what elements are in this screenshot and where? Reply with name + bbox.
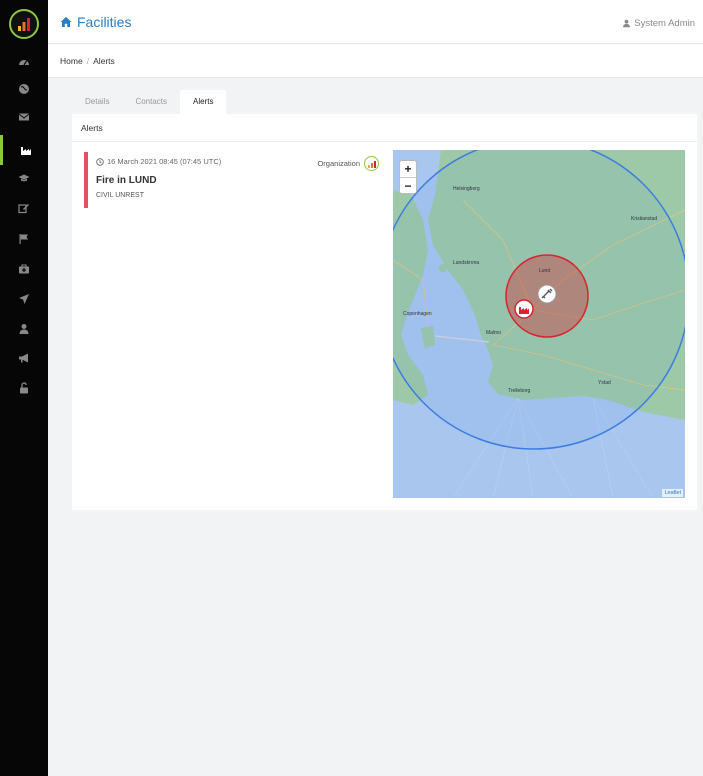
sidebar-item-announcements[interactable]: [0, 343, 48, 373]
edit-icon: [18, 204, 29, 214]
dashboard-icon: [19, 60, 29, 66]
plane-icon: [19, 294, 29, 304]
map-label-helsingborg: Helsingborg: [453, 186, 480, 192]
breadcrumb-current: Alerts: [93, 56, 115, 66]
unlock-icon: [20, 382, 28, 394]
page-title-text: Facilities: [77, 14, 132, 30]
graduation-cap-icon: [18, 174, 30, 182]
alert-timestamp: 16 March 2021 08:45 (07:45 UTC): [96, 157, 221, 166]
breadcrumb: Home / Alerts: [60, 56, 115, 66]
sidebar: [0, 0, 48, 776]
home-icon: [60, 17, 72, 27]
sidebar-item-flag[interactable]: [0, 224, 48, 254]
tab-bar: Details Contacts Alerts: [72, 90, 227, 114]
map-label-kristianstad: Kristianstad: [631, 216, 658, 222]
zoom-in-button[interactable]: +: [400, 161, 416, 177]
breadcrumb-home[interactable]: Home: [60, 56, 83, 66]
user-icon: [623, 19, 631, 28]
alert-category: CIVIL UNREST: [96, 192, 144, 199]
breadcrumb-separator: /: [86, 56, 90, 66]
alert-title: Fire in LUND: [96, 175, 157, 186]
industry-icon: [20, 147, 31, 155]
medkit-icon: [19, 264, 29, 274]
card-title: Alerts: [81, 123, 103, 133]
organization-logo: [364, 156, 379, 171]
alert-list-item[interactable]: 16 March 2021 08:45 (07:45 UTC) Fire in …: [84, 152, 379, 208]
map-label-malmo: Malmo: [486, 330, 502, 336]
map-zoom-control: + −: [399, 160, 417, 194]
map-label-lund: Lund: [539, 268, 551, 274]
zoom-out-button[interactable]: −: [400, 177, 416, 193]
alerts-card: Alerts 16 March 2021 08:45 (07:45 UTC) F…: [72, 114, 697, 510]
user-menu[interactable]: System Admin: [622, 18, 695, 29]
alert-map[interactable]: Helsingborg Landskrona Lund Copenhagen M…: [393, 150, 685, 498]
facility-marker-icon[interactable]: [514, 299, 534, 319]
user-name: System Admin: [634, 18, 695, 29]
alert-marker-icon[interactable]: [537, 284, 557, 304]
organization-badge: Organization: [317, 156, 379, 171]
tab-contacts[interactable]: Contacts: [122, 90, 180, 114]
map-label-copenhagen: Copenhagen: [403, 311, 432, 317]
card-header: Alerts: [72, 114, 697, 142]
sidebar-item-travel[interactable]: [0, 284, 48, 314]
sidebar-item-edit[interactable]: [0, 193, 48, 223]
flag-icon: [19, 234, 28, 244]
tab-alerts[interactable]: Alerts: [180, 90, 227, 114]
sidebar-item-messages[interactable]: [0, 102, 48, 132]
sidebar-item-globe[interactable]: [0, 74, 48, 104]
envelope-icon: [18, 113, 30, 121]
map-tiles: [393, 150, 685, 498]
sidebar-item-dashboard[interactable]: [0, 47, 48, 77]
bullhorn-icon: [19, 353, 28, 363]
sidebar-item-facilities[interactable]: [0, 135, 48, 165]
user-icon: [19, 324, 29, 334]
map-label-ystad: Ystad: [598, 380, 611, 386]
logo-bars-icon: [18, 18, 30, 31]
sidebar-item-training[interactable]: [0, 163, 48, 193]
map-label-trelleborg: Trelleborg: [508, 388, 531, 394]
map-label-landskrona: Landskrona: [453, 260, 480, 266]
sidebar-item-medical[interactable]: [0, 254, 48, 284]
alert-time-text: 16 March 2021 08:45 (07:45 UTC): [107, 157, 222, 166]
top-bar: Facilities System Admin: [48, 0, 703, 44]
sidebar-item-users[interactable]: [0, 314, 48, 344]
sidebar-item-unlock[interactable]: [0, 373, 48, 403]
globe-icon: [19, 84, 29, 94]
tab-details[interactable]: Details: [72, 90, 122, 114]
alert-severity-bar: [84, 152, 88, 208]
clock-icon: [96, 157, 104, 166]
organization-label: Organization: [317, 159, 360, 168]
map-attribution-link[interactable]: Leaflet: [662, 489, 683, 497]
app-logo[interactable]: [9, 9, 39, 39]
page-title: Facilities: [60, 14, 131, 30]
breadcrumb-bar: Home / Alerts: [48, 44, 703, 78]
